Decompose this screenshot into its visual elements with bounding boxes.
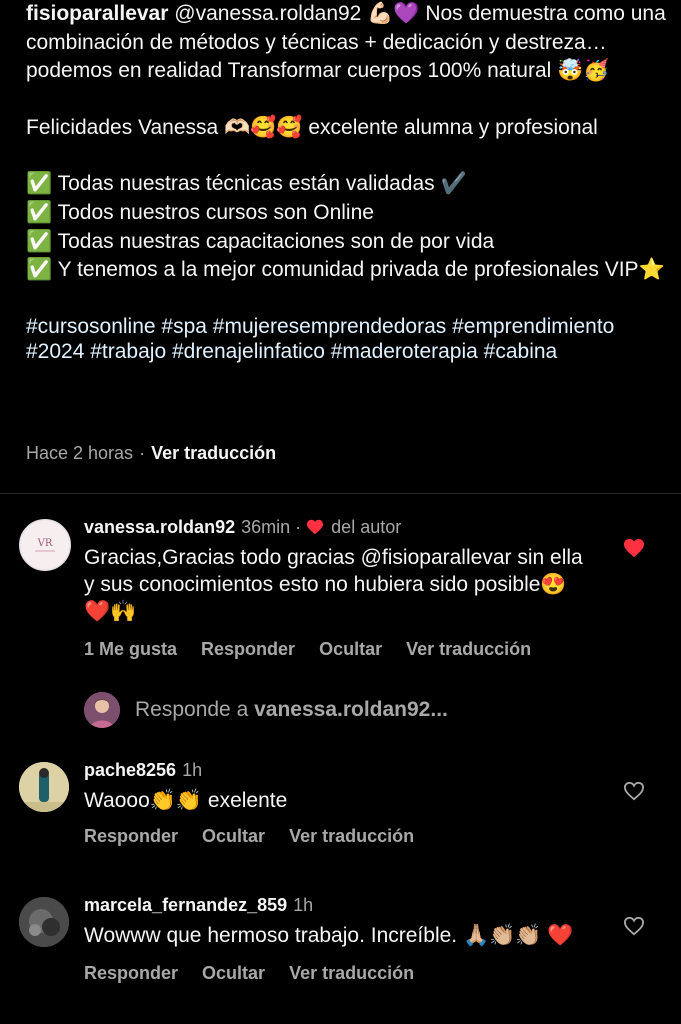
comment-body: marcela_fernandez_859 1h Wowww que hermos…	[84, 895, 604, 984]
comment-actions: Responder Ocultar Ver traducción	[84, 826, 604, 847]
meta-separator: ·	[139, 443, 146, 463]
comment-username[interactable]: vanessa.roldan92	[84, 517, 235, 537]
avatar[interactable]	[19, 762, 69, 812]
hide-button[interactable]: Ocultar	[319, 639, 382, 659]
comment-header: marcela_fernandez_859 1h	[84, 895, 604, 916]
reply-button[interactable]: Responder	[84, 963, 178, 983]
check-line-3: ✅ Todas nuestras capacitaciones son de p…	[26, 229, 495, 253]
hide-button[interactable]: Ocultar	[202, 963, 265, 983]
comment-time: 1h	[182, 760, 203, 780]
heart-filled-icon	[307, 519, 324, 535]
caption-intro: fisioparallevar @vanessa.roldan92 💪🏻💜 No…	[26, 0, 666, 86]
translate-button[interactable]: Ver traducción	[406, 639, 531, 659]
reply-prompt-text[interactable]: Responde a vanessa.roldan92...	[135, 698, 448, 722]
comment-dot: ·	[295, 517, 302, 537]
caption-hashtags[interactable]: #cursosonline #spa #mujeresemprendedoras…	[26, 314, 666, 365]
reply-button[interactable]: Responder	[84, 826, 178, 846]
caption-meta: Hace 2 horas · Ver traducción	[26, 443, 276, 464]
svg-text:VR: VR	[37, 538, 53, 549]
reply-avatar	[84, 692, 120, 728]
heart-filled-icon[interactable]	[623, 538, 645, 558]
reply-prompt-username: vanessa.roldan92...	[254, 698, 448, 721]
avatar[interactable]	[19, 897, 69, 947]
comment-body: pache8256 1h Waooo👏👏 exelente Responder Oc…	[84, 760, 604, 847]
caption-translate-button[interactable]: Ver traducción	[151, 443, 276, 463]
translate-button[interactable]: Ver traducción	[289, 826, 414, 846]
comment-username[interactable]: pache8256	[84, 760, 176, 780]
comment-text: Gracias,Gracias todo gracias @fisioparal…	[84, 546, 583, 623]
reply-prompt[interactable]: Responde a vanessa.roldan92...	[84, 690, 504, 730]
comment-time: 1h	[293, 895, 314, 915]
comment-text: Waooo👏👏 exelente	[84, 789, 288, 812]
heart-outline-icon[interactable]	[623, 781, 645, 801]
post-comments-screen: fisioparallevar @vanessa.roldan92 💪🏻💜 No…	[0, 0, 681, 1024]
comment-text: Wowww que hermoso trabajo. Increíble. 🙏🏼…	[84, 924, 574, 947]
author-liked-label: del autor	[331, 517, 402, 537]
caption-username[interactable]: fisioparallevar	[26, 2, 168, 25]
check-line-4: ✅ Y tenemos a la mejor comunidad privada…	[26, 258, 665, 282]
comment-actions: 1 Me gusta Responder Ocultar Ver traducción	[84, 639, 604, 660]
comment-header: pache8256 1h	[84, 760, 604, 781]
comment-username[interactable]: marcela_fernandez_859	[84, 895, 287, 915]
check-line-1: ✅ Todas nuestras técnicas están validada…	[26, 172, 467, 196]
heart-outline-icon[interactable]	[623, 916, 645, 936]
post-caption: fisioparallevar @vanessa.roldan92 💪🏻💜 No…	[26, 0, 666, 365]
likes-count-button[interactable]: 1 Me gusta	[84, 639, 177, 659]
check-line-2: ✅ Todos nuestros cursos son Online	[26, 200, 374, 224]
caption-time: Hace 2 horas	[26, 443, 134, 463]
divider	[0, 493, 681, 494]
comment-time: 36min	[241, 517, 291, 537]
comment-header: vanessa.roldan92 36min · del autor	[84, 517, 604, 538]
caption-felicidades: Felicidades Vanessa 🫶🏻🥰🥰 excelente alumn…	[26, 115, 598, 139]
hide-button[interactable]: Ocultar	[202, 826, 265, 846]
comment-body: vanessa.roldan92 36min · del autor Gracia…	[84, 517, 604, 660]
comment-mention[interactable]: @fisioparallevar	[361, 546, 512, 569]
caption-checks: ✅ Todas nuestras técnicas están validada…	[26, 170, 666, 284]
comment-actions: Responder Ocultar Ver traducción	[84, 963, 604, 984]
translate-button[interactable]: Ver traducción	[289, 963, 414, 983]
avatar[interactable]: VR	[19, 519, 71, 571]
reply-button[interactable]: Responder	[201, 639, 295, 659]
